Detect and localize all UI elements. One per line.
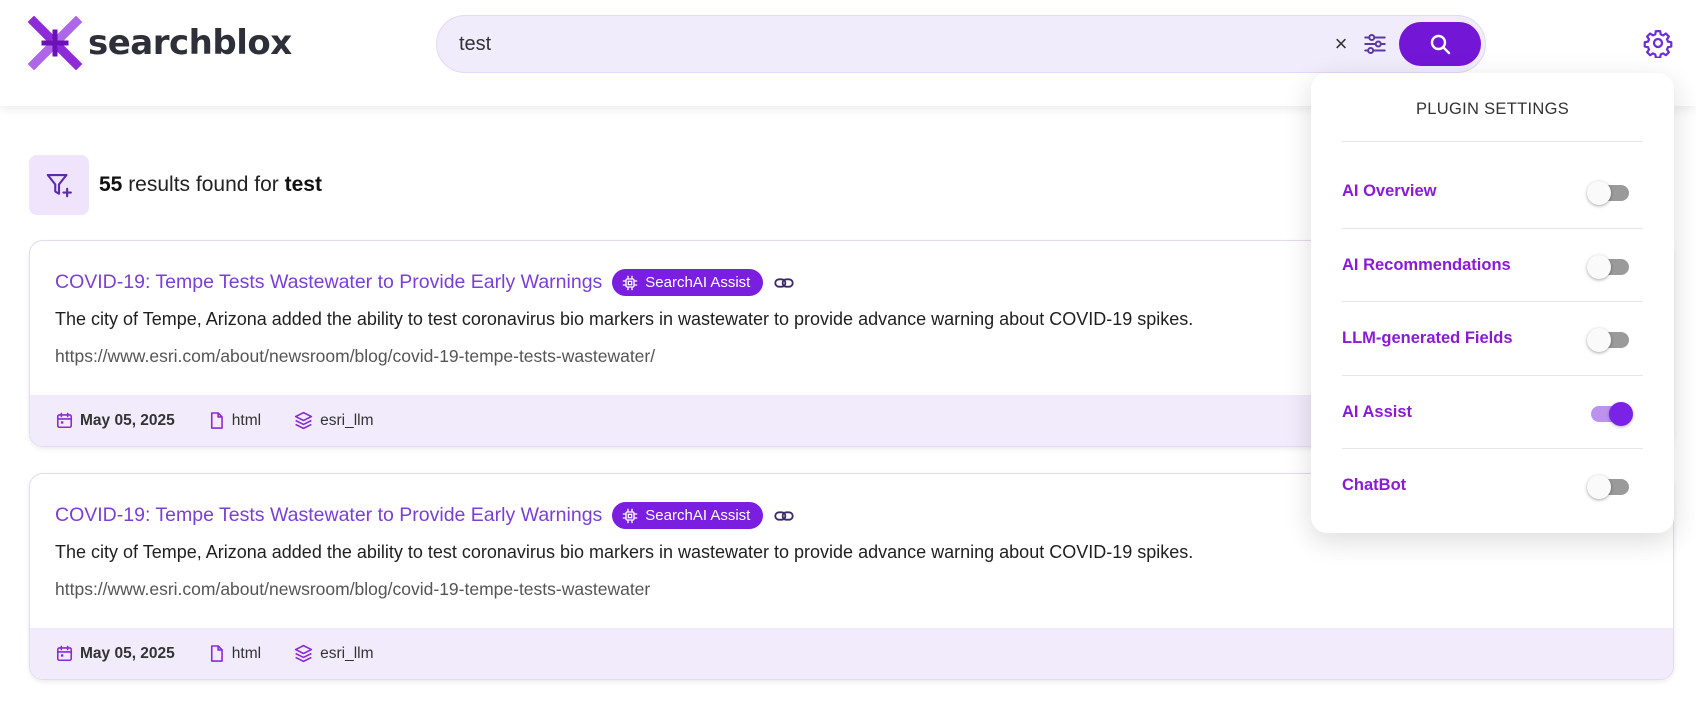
chip-icon	[622, 508, 638, 523]
logo[interactable]: searchblox	[28, 16, 292, 70]
calendar-icon	[56, 412, 73, 429]
result-url[interactable]: https://www.esri.com/about/newsroom/blog…	[55, 346, 655, 367]
link-icon[interactable]	[773, 272, 795, 294]
result-type: html	[207, 644, 261, 663]
llm-generated-fields-toggle[interactable]	[1587, 326, 1631, 352]
result-url[interactable]: https://www.esri.com/about/newsroom/blog…	[55, 579, 650, 600]
file-icon	[210, 645, 223, 662]
setting-ai-overview: AI Overview	[1342, 155, 1643, 227]
result-title-link[interactable]: COVID-19: Tempe Tests Wastewater to Prov…	[55, 504, 602, 527]
card-title-row: COVID-19: Tempe Tests Wastewater to Prov…	[55, 502, 795, 529]
ai-assist-toggle[interactable]	[1587, 400, 1633, 426]
card-title-row: COVID-19: Tempe Tests Wastewater to Prov…	[55, 269, 795, 296]
collection-text: esri_llm	[320, 411, 374, 429]
filter-plus-icon	[46, 173, 72, 198]
date-text: May 05, 2025	[80, 644, 175, 662]
result-date: May 05, 2025	[55, 411, 175, 430]
setting-label: ChatBot	[1342, 475, 1407, 494]
result-date: May 05, 2025	[55, 644, 175, 663]
results-count: 55	[99, 173, 123, 196]
logo-text: searchblox	[88, 23, 292, 63]
type-text: html	[231, 411, 262, 429]
collection-text: esri_llm	[320, 644, 374, 662]
layers-icon	[294, 644, 313, 663]
search-button[interactable]	[1399, 22, 1481, 66]
setting-label: AI Recommendations	[1342, 255, 1511, 274]
layers-icon	[294, 411, 313, 430]
clear-search-button[interactable]: ×	[1327, 30, 1355, 58]
searchai-assist-badge[interactable]: SearchAI Assist	[612, 502, 764, 529]
close-icon: ×	[1334, 31, 1348, 56]
search-options-button[interactable]	[1359, 28, 1391, 60]
result-description: The city of Tempe, Arizona added the abi…	[55, 542, 1194, 562]
results-query: test	[284, 173, 322, 196]
badge-label: SearchAI Assist	[645, 274, 751, 291]
setting-ai-recommendations: AI Recommendations	[1342, 229, 1643, 301]
setting-label: LLM-generated Fields	[1342, 328, 1513, 347]
link-icon[interactable]	[773, 505, 795, 527]
date-text: May 05, 2025	[80, 411, 175, 429]
setting-ai-assist: AI Assist	[1342, 376, 1643, 448]
results-middle-text: results found for	[122, 173, 285, 196]
setting-label: AI Assist	[1342, 402, 1412, 421]
file-icon	[210, 412, 223, 429]
search-icon	[1430, 34, 1451, 55]
badge-label: SearchAI Assist	[645, 507, 751, 524]
setting-llm-generated-fields: LLM-generated Fields	[1342, 302, 1643, 374]
results-summary: 55 results found for test	[29, 155, 322, 215]
results-count-text: 55 results found for test	[99, 173, 322, 197]
sliders-icon	[1364, 34, 1386, 54]
setting-chatbot: ChatBot	[1342, 449, 1643, 521]
plugin-settings-title: PLUGIN SETTINGS	[1415, 100, 1570, 118]
result-description: The city of Tempe, Arizona added the abi…	[55, 309, 1194, 329]
result-collection: esri_llm	[293, 410, 374, 431]
chip-icon	[622, 275, 638, 290]
ai-overview-toggle[interactable]	[1587, 179, 1631, 205]
ai-recommendations-toggle[interactable]	[1587, 253, 1631, 279]
add-filter-button[interactable]	[29, 155, 89, 215]
searchai-assist-badge[interactable]: SearchAI Assist	[612, 269, 764, 296]
search-input[interactable]	[459, 16, 1319, 72]
plugin-settings-panel: PLUGIN SETTINGS AI Overview AI Recommend…	[1311, 73, 1674, 533]
setting-label: AI Overview	[1342, 181, 1437, 200]
result-meta-bar: May 05, 2025 html esri_llm	[30, 628, 1673, 679]
result-title-link[interactable]: COVID-19: Tempe Tests Wastewater to Prov…	[55, 271, 602, 294]
result-collection: esri_llm	[293, 643, 374, 664]
gear-icon[interactable]	[1643, 28, 1673, 58]
result-type: html	[207, 411, 261, 430]
type-text: html	[231, 644, 262, 662]
search-bar: ×	[436, 15, 1486, 73]
searchblox-logo-icon	[28, 16, 82, 70]
calendar-icon	[56, 645, 73, 662]
divider	[1342, 141, 1643, 142]
chatbot-toggle[interactable]	[1587, 473, 1631, 499]
